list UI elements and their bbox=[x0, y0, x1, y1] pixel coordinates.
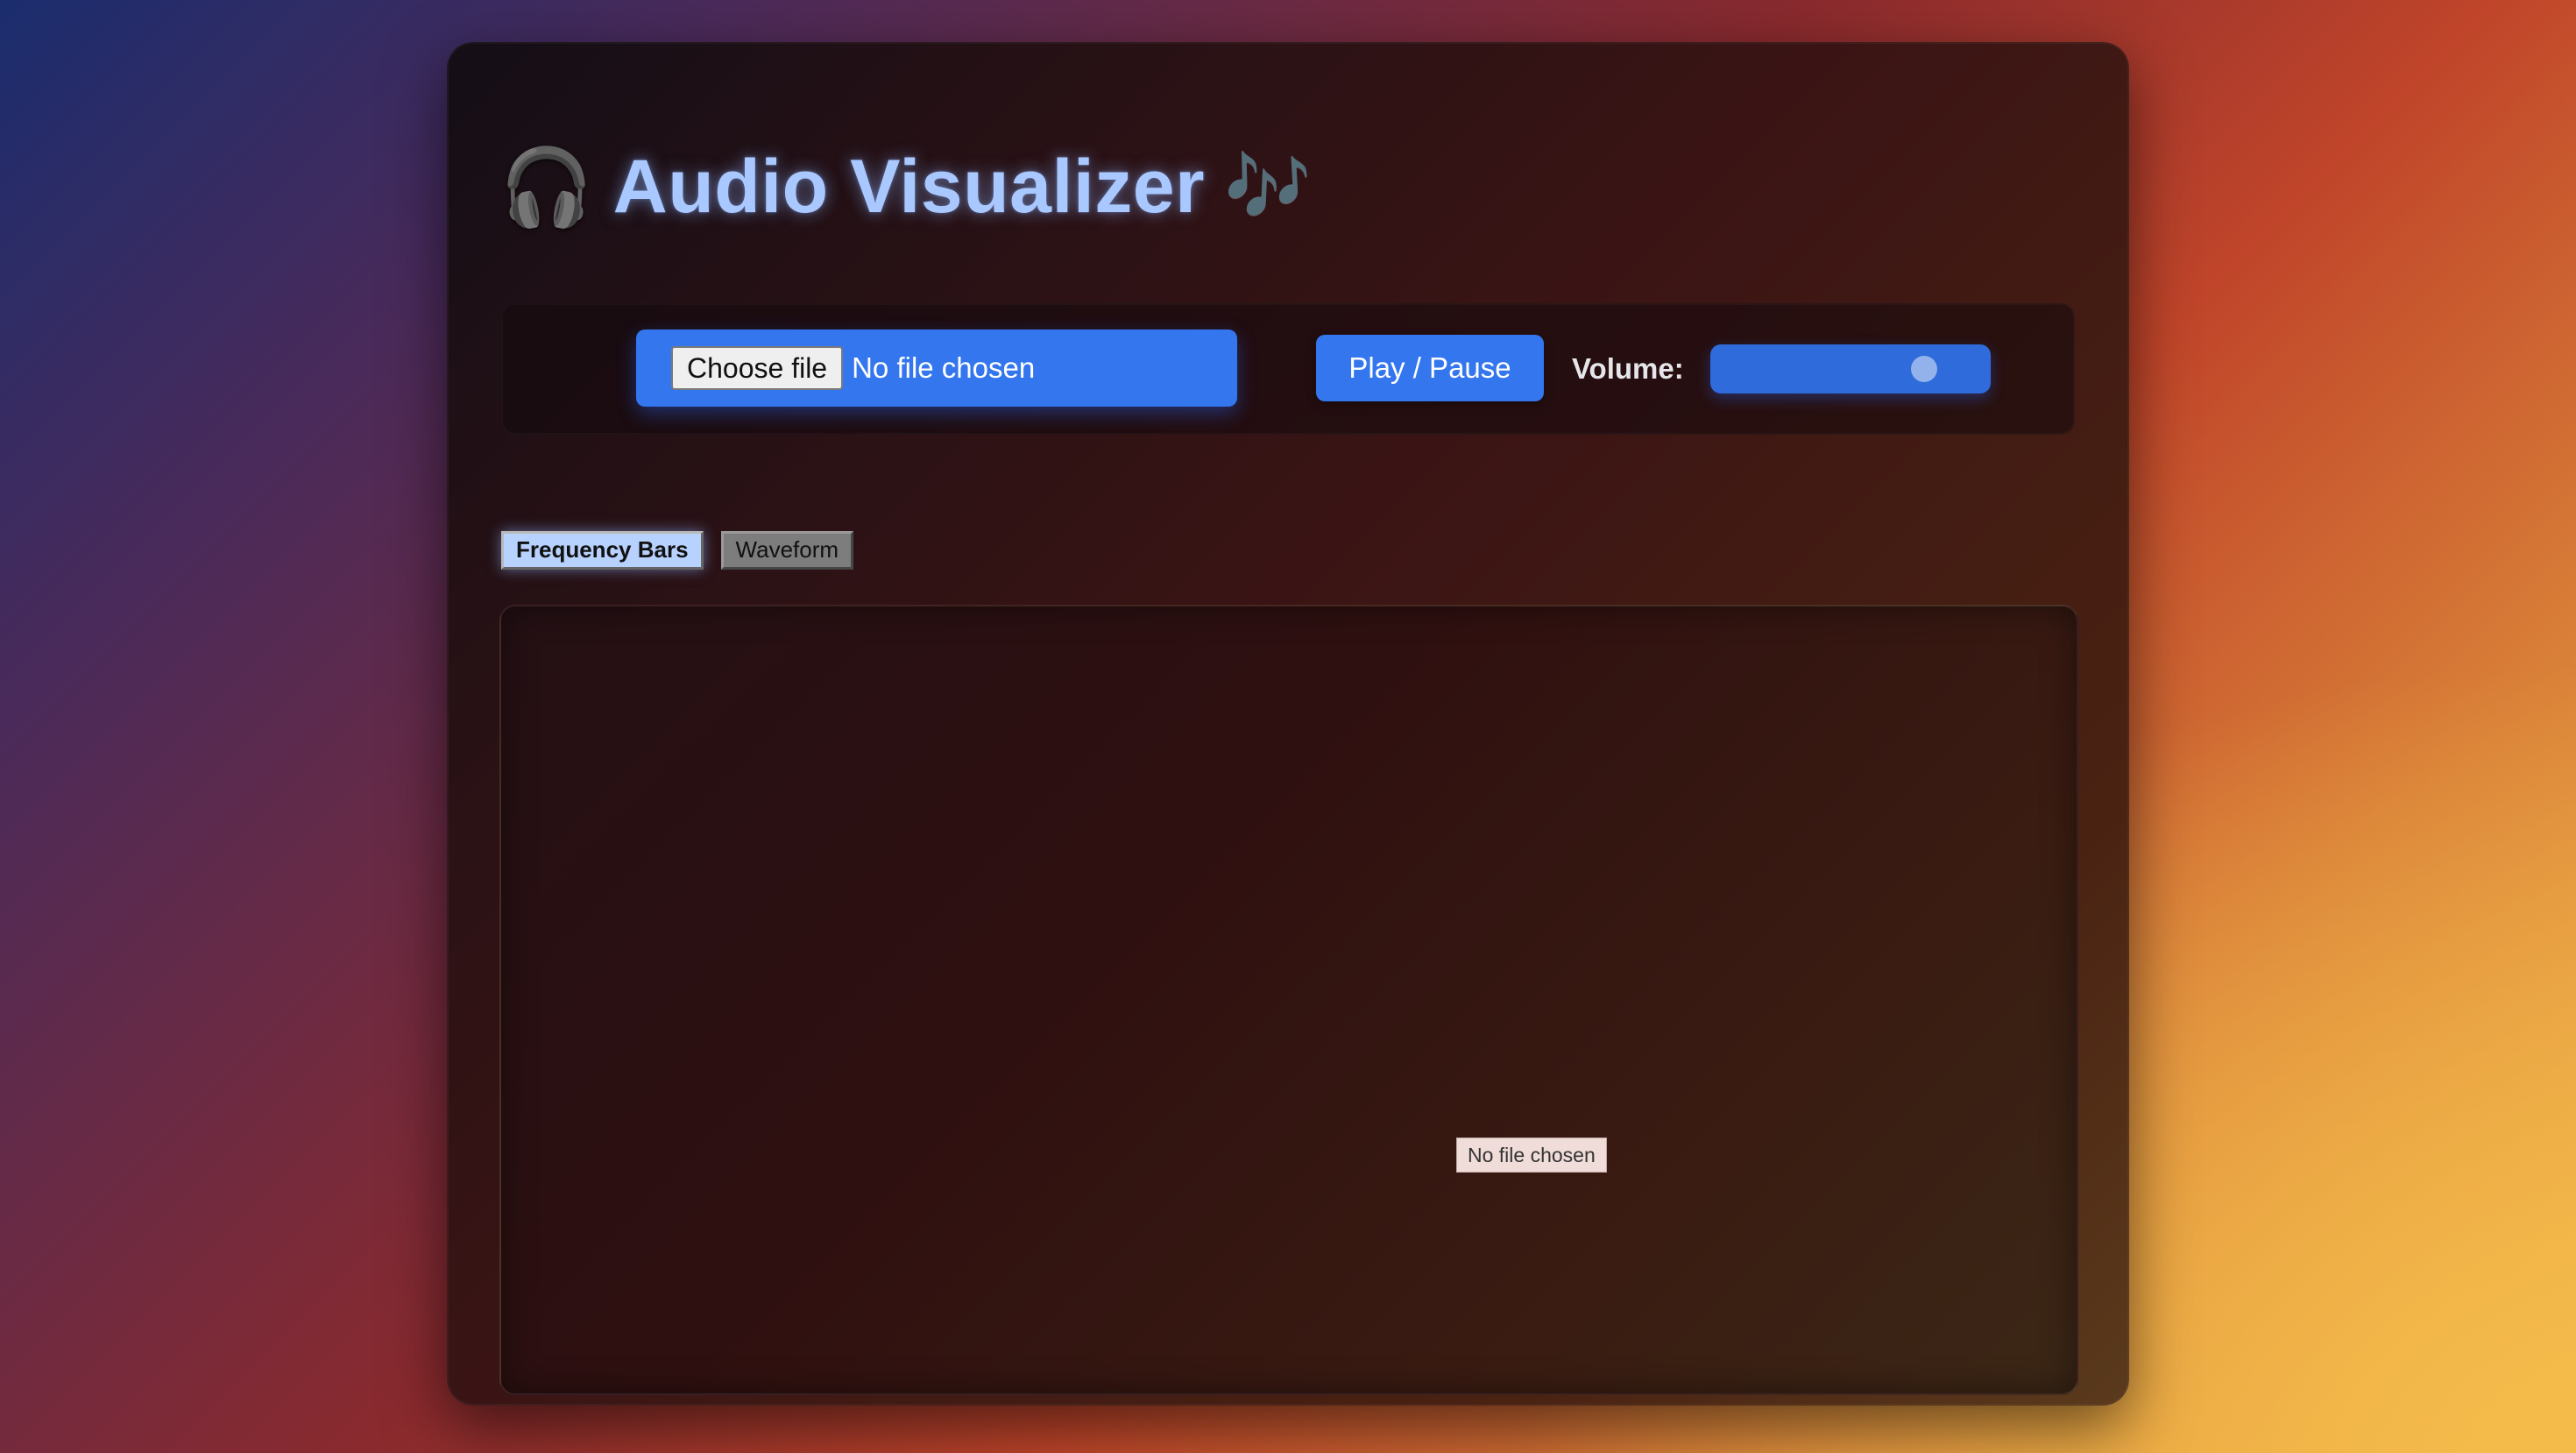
play-pause-button[interactable]: Play / Pause bbox=[1316, 335, 1544, 401]
controls-panel: Choose file No file chosen Play / Pause … bbox=[501, 303, 2075, 435]
file-input[interactable]: Choose file No file chosen bbox=[636, 330, 1237, 407]
file-status-text: No file chosen bbox=[852, 351, 1036, 384]
music-notes-icon: 🎶 bbox=[1224, 145, 1313, 227]
tab-frequency-bars[interactable]: Frequency Bars bbox=[501, 531, 704, 570]
tooltip: No file chosen bbox=[1456, 1138, 1607, 1173]
volume-label: Volume: bbox=[1572, 352, 1684, 385]
visualization-tabs: Frequency Bars Waveform bbox=[501, 531, 854, 570]
volume-slider[interactable] bbox=[1710, 344, 1991, 393]
tab-waveform[interactable]: Waveform bbox=[720, 531, 854, 570]
choose-file-button[interactable]: Choose file bbox=[671, 346, 844, 390]
volume-slider-thumb[interactable] bbox=[1911, 356, 1938, 382]
visualizer-card: 🎧 Audio Visualizer 🎶 Choose file No file… bbox=[447, 42, 2129, 1406]
headphones-icon: 🎧 bbox=[499, 143, 594, 231]
visualizer-canvas[interactable] bbox=[499, 605, 2078, 1395]
app-title-text: Audio Visualizer bbox=[612, 144, 1206, 229]
page-title: 🎧 Audio Visualizer 🎶 bbox=[499, 138, 1312, 235]
